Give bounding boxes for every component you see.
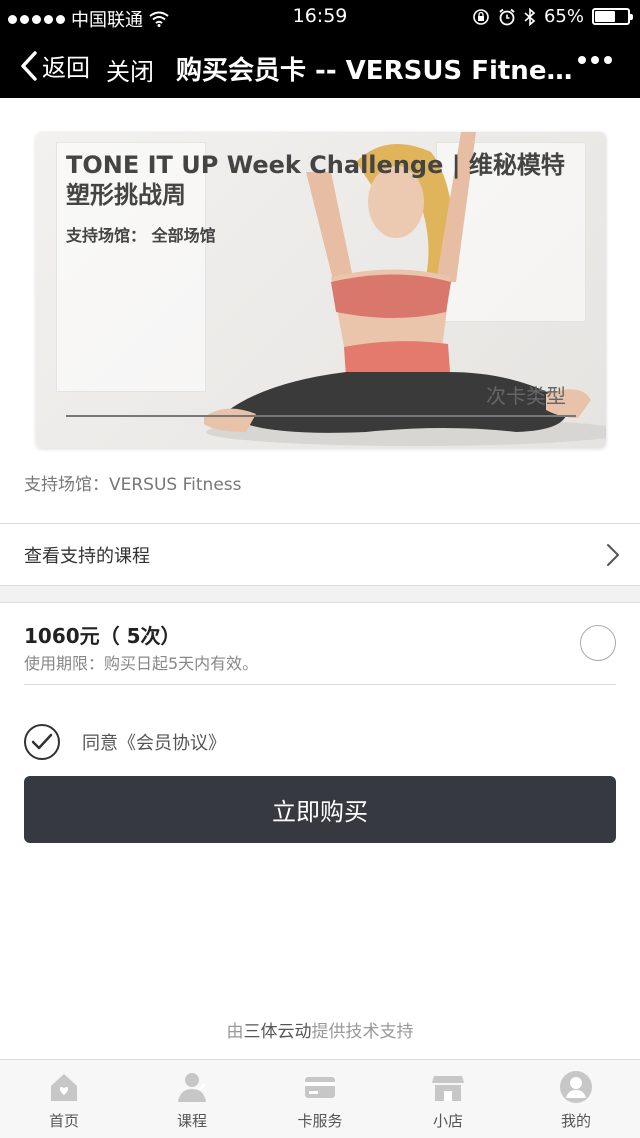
tab-home[interactable]: 首页 bbox=[0, 1060, 128, 1138]
back-button[interactable]: 返回 bbox=[20, 48, 90, 83]
nav-bar: 返回 关闭 购买会员卡 -- VERSUS Fitne... bbox=[0, 34, 640, 98]
tab-card-service[interactable]: 卡服务 bbox=[256, 1060, 384, 1138]
divider bbox=[0, 602, 640, 603]
tab-label: 首页 bbox=[48, 1112, 79, 1130]
card-icon bbox=[303, 1070, 337, 1104]
option-validity: 使用期限：购买日起5天内有效。 bbox=[24, 654, 259, 673]
tab-profile[interactable]: 我的 bbox=[512, 1060, 640, 1138]
alarm-icon bbox=[499, 8, 515, 25]
divider bbox=[24, 684, 616, 685]
powered-by-prefix: 由 bbox=[226, 1022, 244, 1042]
bluetooth-icon bbox=[524, 7, 536, 26]
card-divider bbox=[66, 415, 576, 417]
tab-label: 我的 bbox=[560, 1112, 591, 1130]
battery-icon bbox=[592, 8, 633, 25]
chevron-left-icon bbox=[21, 50, 37, 81]
tab-shop[interactable]: 小店 bbox=[384, 1060, 512, 1138]
powered-by-brand[interactable]: 三体云动 bbox=[244, 1022, 312, 1042]
shop-icon bbox=[431, 1070, 465, 1104]
powered-by-suffix: 提供技术支持 bbox=[311, 1022, 414, 1042]
agreement-checkbox[interactable]: 同意《会员协议》 bbox=[24, 724, 226, 760]
option-radio[interactable] bbox=[580, 625, 616, 661]
page-title: 购买会员卡 -- VERSUS Fitne... bbox=[176, 56, 576, 86]
view-supported-courses-row[interactable]: 查看支持的课程 bbox=[0, 525, 640, 585]
close-button[interactable]: 关闭 bbox=[106, 52, 154, 87]
membership-card-banner: TONE IT UP Week Challenge | 维秘模特塑形挑战周 支持… bbox=[36, 132, 606, 448]
divider bbox=[0, 523, 640, 524]
battery-percent: 65% bbox=[543, 6, 584, 27]
option-price: 1060元（ 5次） bbox=[24, 624, 181, 648]
tab-label: 卡服务 bbox=[297, 1112, 343, 1130]
agreement-text[interactable]: 同意《会员协议》 bbox=[82, 729, 226, 755]
tab-label: 小店 bbox=[432, 1112, 463, 1130]
section-gap bbox=[0, 586, 640, 602]
tab-label: 课程 bbox=[176, 1112, 207, 1130]
tab-bar: 首页 课程 卡服务 小店 我的 bbox=[0, 1059, 640, 1138]
card-title: TONE IT UP Week Challenge | 维秘模特塑形挑战周 bbox=[66, 151, 565, 209]
courses-row-label: 查看支持的课程 bbox=[24, 546, 150, 567]
supported-venue: 支持场馆：VERSUS Fitness bbox=[24, 475, 242, 495]
tab-courses[interactable]: 课程 bbox=[128, 1060, 256, 1138]
profile-icon bbox=[559, 1070, 593, 1104]
more-icon[interactable] bbox=[578, 56, 612, 64]
back-label: 返回 bbox=[42, 54, 90, 82]
home-icon bbox=[47, 1070, 81, 1104]
checkmark-icon[interactable] bbox=[24, 724, 60, 760]
status-bar: 中国联通 16:59 65% bbox=[0, 0, 640, 34]
powered-by: 由三体云动提供技术支持 bbox=[0, 1017, 640, 1042]
course-person-icon bbox=[175, 1070, 209, 1104]
chevron-right-icon bbox=[607, 544, 619, 566]
buy-now-button[interactable]: 立即购买 bbox=[24, 776, 616, 843]
rotation-lock-icon bbox=[473, 8, 489, 25]
card-venue: 支持场馆： 全部场馆 bbox=[66, 226, 216, 245]
card-type-label: 次卡类型 bbox=[486, 384, 566, 408]
